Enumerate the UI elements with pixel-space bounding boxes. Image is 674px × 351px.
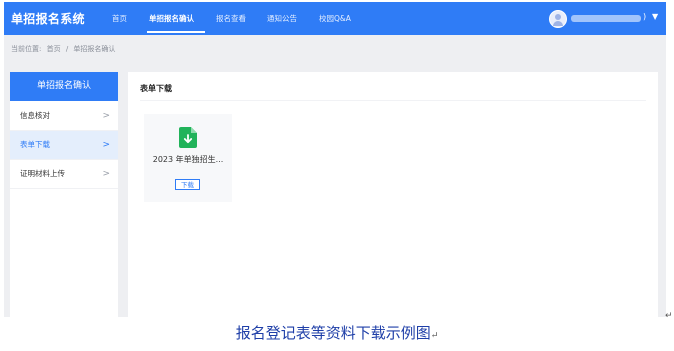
user-menu-caret-icon[interactable]: ▼	[652, 12, 658, 21]
file-card[interactable]: 2023 年单独招生... 下载	[144, 114, 232, 202]
sidebar-header: 单招报名确认	[10, 72, 118, 101]
breadcrumb-home[interactable]: 首页	[47, 45, 61, 53]
chevron-right-icon: >	[102, 111, 110, 121]
nav-item-announcements[interactable]: 通知公告	[267, 2, 297, 35]
active-nav-indicator	[147, 31, 205, 33]
file-name: 2023 年单独招生...	[152, 155, 224, 164]
username-redacted[interactable]	[571, 15, 641, 22]
file-download-icon	[179, 127, 197, 148]
user-avatar-icon[interactable]	[549, 10, 567, 28]
chevron-right-icon: >	[102, 140, 110, 150]
panel-divider	[140, 100, 646, 101]
breadcrumb: 当前位置: 首页 / 单招报名确认	[11, 44, 118, 54]
sidebar-item-info-check[interactable]: 信息核对 >	[10, 102, 118, 131]
app-window: 单招报名系统 首页 单招报名确认 报名查看 通知公告 校园Q&A ) ▼ 当前位…	[4, 2, 666, 317]
nav-item-registration-view[interactable]: 报名查看	[216, 2, 246, 35]
sidebar: 单招报名确认 信息核对 > 表单下载 > 证明材料上传 >	[10, 72, 118, 317]
figure-caption-text: 报名登记表等资料下载示例图	[235, 324, 431, 342]
nav-item-campus-qa[interactable]: 校园Q&A	[319, 2, 351, 35]
download-button[interactable]: 下载	[175, 179, 200, 190]
paragraph-mark: ↵	[430, 331, 439, 341]
nav-item-home[interactable]: 首页	[112, 2, 127, 35]
breadcrumb-separator: /	[65, 45, 69, 53]
paragraph-mark: ↵	[665, 311, 673, 321]
breadcrumb-current: 单招报名确认	[73, 45, 116, 53]
username-paren: )	[643, 12, 647, 21]
sidebar-item-proof-upload[interactable]: 证明材料上传 >	[10, 160, 118, 189]
app-title: 单招报名系统	[11, 12, 85, 26]
top-navbar: 单招报名系统 首页 单招报名确认 报名查看 通知公告 校园Q&A ) ▼	[4, 2, 666, 35]
sidebar-item-label: 表单下载	[20, 140, 50, 149]
chevron-right-icon: >	[102, 169, 110, 179]
main-panel: 表单下载 2023 年单独招生... 下载	[128, 72, 658, 317]
sidebar-item-label: 证明材料上传	[20, 169, 65, 178]
figure-caption: 报名登记表等资料下载示例图↵	[0, 322, 674, 343]
sidebar-item-form-download[interactable]: 表单下载 >	[10, 131, 118, 160]
panel-title: 表单下载	[140, 84, 172, 93]
sidebar-item-label: 信息核对	[20, 111, 50, 120]
breadcrumb-prefix: 当前位置:	[11, 45, 42, 53]
